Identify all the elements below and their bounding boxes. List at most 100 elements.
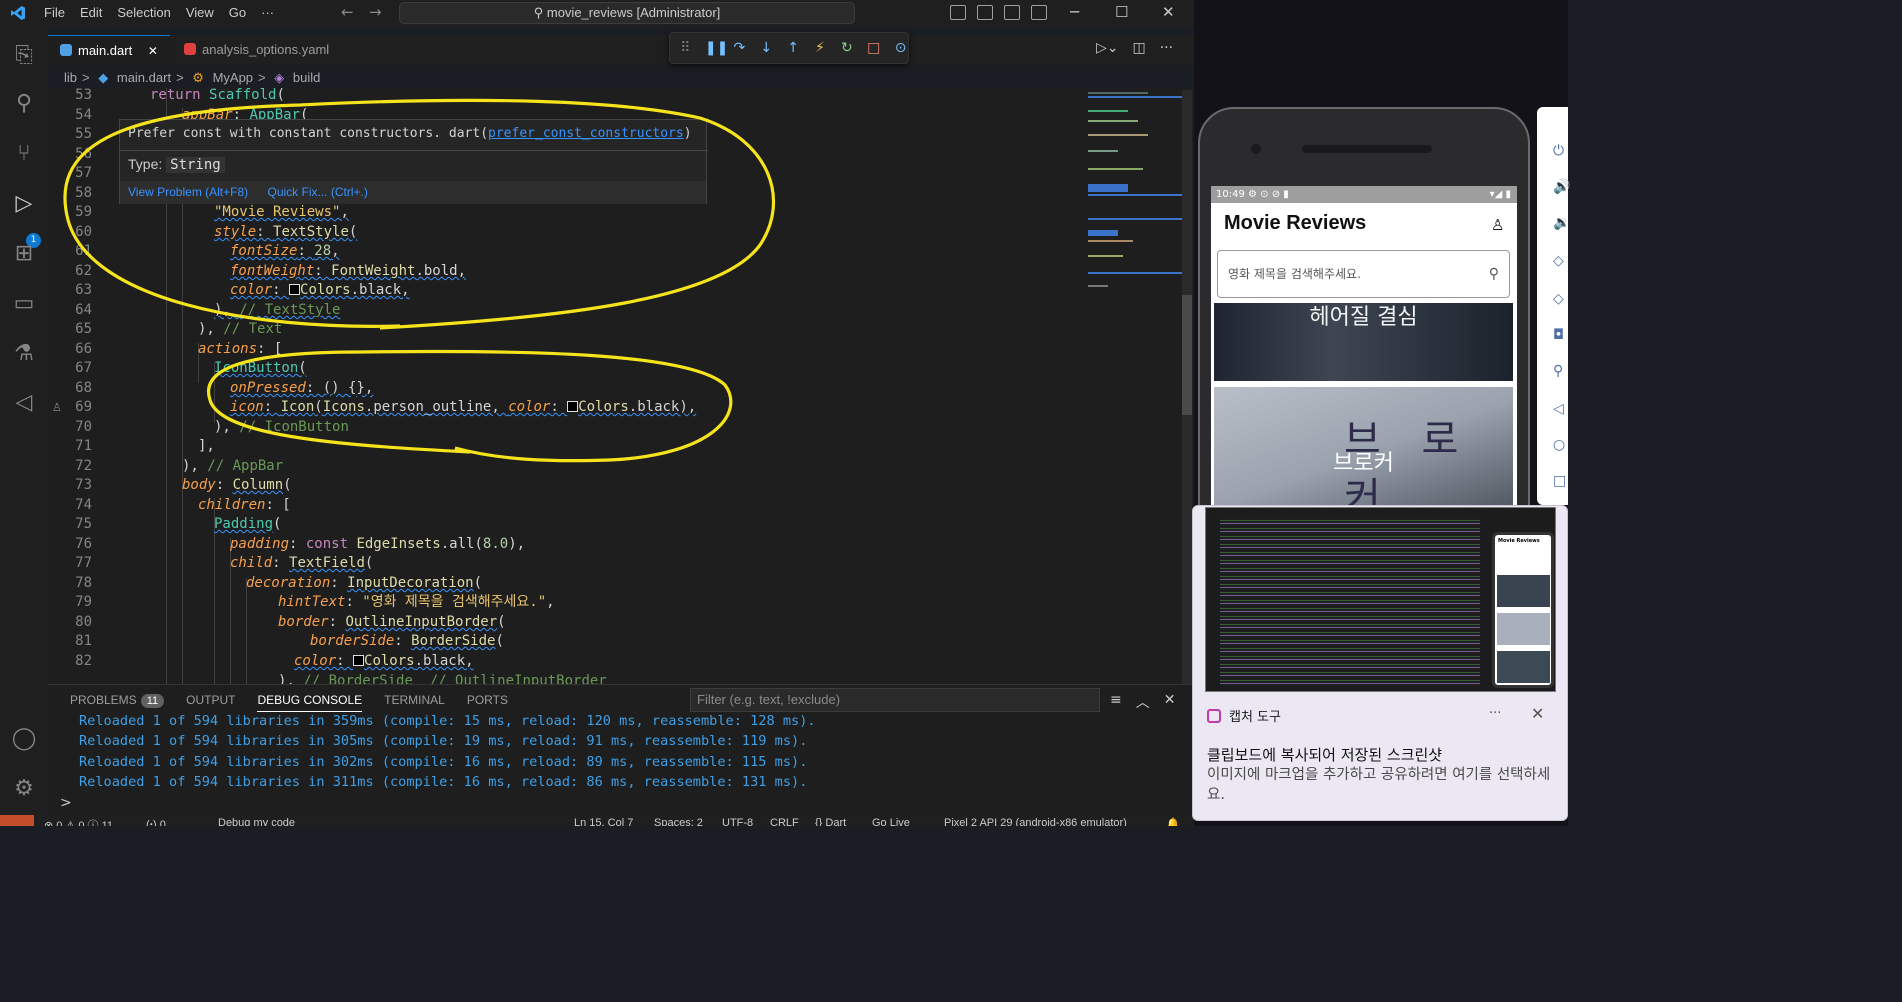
- account-icon[interactable]: ◯: [10, 725, 38, 753]
- volume-up-icon[interactable]: 🔊: [1553, 179, 1570, 195]
- drag-handle-icon[interactable]: ⠿: [678, 40, 693, 56]
- stop-icon[interactable]: □: [866, 40, 881, 56]
- flutter-icon[interactable]: ◁: [10, 389, 38, 417]
- minimap[interactable]: [1088, 90, 1183, 290]
- language-mode[interactable]: {} Dart: [815, 817, 846, 826]
- back-arrow-icon[interactable]: ←: [341, 3, 354, 21]
- customize-layout-icon[interactable]: [1031, 5, 1047, 20]
- code-line: 81 borderSide: BorderSide(: [75, 633, 504, 649]
- tab-output[interactable]: OUTPUT: [186, 693, 235, 712]
- code-line: 59 "Movie Reviews",: [75, 204, 349, 220]
- run-debug-icon[interactable]: ▷: [10, 190, 38, 218]
- screenshot-thumbnail[interactable]: Movie Reviews: [1205, 507, 1556, 692]
- quick-fix-link[interactable]: Quick Fix... (Ctrl+.): [268, 185, 368, 199]
- remote-explorer-icon[interactable]: ▭: [10, 290, 38, 318]
- rotate-left-icon[interactable]: ◇: [1553, 253, 1564, 269]
- editor-scrollbar[interactable]: [1182, 90, 1192, 684]
- explorer-icon[interactable]: ⎘: [10, 42, 38, 70]
- scrollbar-thumb[interactable]: [1182, 295, 1192, 415]
- maximize-button[interactable]: ☐: [1115, 3, 1128, 21]
- go-live-button[interactable]: Go Live: [872, 817, 910, 826]
- close-panel-icon[interactable]: ✕: [1164, 692, 1176, 712]
- toggle-sidebar-icon[interactable]: [950, 5, 966, 20]
- lint-rule-link[interactable]: prefer_const_constructors: [488, 126, 684, 141]
- forward-arrow-icon[interactable]: →: [369, 3, 382, 21]
- movie-search-field[interactable]: 영화 제목을 검색해주세요. ⚲: [1217, 250, 1510, 298]
- testing-icon[interactable]: ⚗: [10, 340, 38, 368]
- panel-actions: ≡ ︿ ✕: [1110, 692, 1175, 712]
- clear-console-icon[interactable]: ≡: [1110, 692, 1122, 712]
- remote-indicator-icon[interactable]: [0, 815, 34, 826]
- command-center[interactable]: ⚲ movie_reviews [Administrator]: [399, 2, 855, 24]
- cursor-position[interactable]: Ln 15, Col 7: [574, 817, 633, 826]
- tab-close-icon[interactable]: ✕: [148, 44, 158, 58]
- home-icon[interactable]: ○: [1553, 437, 1565, 453]
- extensions-icon[interactable]: ⊞: [10, 240, 38, 268]
- ports-status[interactable]: (ꞏ) 0: [146, 817, 166, 826]
- indentation[interactable]: Spaces: 2: [654, 817, 703, 826]
- breadcrumb: lib > ◆ main.dart > ⚙ MyApp > ◈ build: [64, 70, 325, 86]
- device-selector[interactable]: Pixel 2 API 29 (android-x86 emulator): [944, 817, 1127, 826]
- toggle-secondary-sidebar-icon[interactable]: [1004, 5, 1020, 20]
- zoom-icon[interactable]: ⚲: [1553, 363, 1563, 379]
- step-into-icon[interactable]: ↓: [759, 40, 774, 56]
- screenshot-icon[interactable]: ◘: [1553, 327, 1564, 343]
- step-over-icon[interactable]: ↷: [732, 40, 747, 56]
- notification-more-icon[interactable]: ···: [1489, 706, 1501, 721]
- power-icon[interactable]: ⏻: [1553, 143, 1564, 159]
- step-out-icon[interactable]: ↑: [786, 40, 801, 56]
- devtools-icon[interactable]: ⊙: [893, 40, 908, 56]
- breadcrumb-build[interactable]: build: [293, 70, 320, 85]
- code-line: 72), // AppBar: [75, 458, 284, 474]
- volume-down-icon[interactable]: 🔉: [1553, 215, 1570, 231]
- hot-reload-icon[interactable]: ⚡: [813, 40, 828, 56]
- split-editor-icon[interactable]: ◫: [1133, 40, 1146, 56]
- tab-problems[interactable]: PROBLEMS 11: [70, 693, 165, 712]
- close-window-button[interactable]: ✕: [1162, 3, 1175, 21]
- breadcrumb-lib[interactable]: lib: [64, 70, 77, 85]
- line-endings[interactable]: CRLF: [770, 817, 799, 826]
- tab-debug-console[interactable]: DEBUG CONSOLE: [257, 693, 363, 712]
- lint-hover-tooltip: Prefer const with constant constructors.…: [119, 119, 708, 204]
- person-outline-icon[interactable]: ♙: [1491, 216, 1504, 234]
- minimize-button[interactable]: ─: [1070, 3, 1079, 21]
- movie-title: 브로커: [1333, 451, 1394, 476]
- tab-terminal[interactable]: TERMINAL: [384, 693, 445, 712]
- settings-gear-icon[interactable]: ⚙: [10, 775, 38, 803]
- menu-go[interactable]: Go: [229, 5, 246, 20]
- breadcrumb-main-dart[interactable]: main.dart: [117, 70, 171, 85]
- notifications-bell-icon[interactable]: 🔔: [1166, 817, 1180, 826]
- movie-card[interactable]: 브 로 커 브로커: [1214, 387, 1513, 516]
- tab-analysis-options[interactable]: analysis_options.yaml: [172, 35, 362, 65]
- debug-status[interactable]: Debug my code: [218, 817, 295, 826]
- menu-view[interactable]: View: [186, 5, 214, 20]
- movie-card[interactable]: 헤어질 결심: [1214, 303, 1513, 381]
- menu-edit[interactable]: Edit: [80, 5, 102, 20]
- rotate-right-icon[interactable]: ◇: [1553, 291, 1564, 307]
- toggle-panel-icon[interactable]: [977, 5, 993, 20]
- pause-icon[interactable]: ❚❚: [705, 40, 728, 56]
- notification-close-icon[interactable]: ✕: [1531, 704, 1544, 723]
- view-problem-link[interactable]: View Problem (Alt+F8): [128, 185, 248, 199]
- tab-main-dart[interactable]: main.dart ✕: [48, 35, 170, 65]
- menu-selection[interactable]: Selection: [117, 5, 170, 20]
- back-icon[interactable]: ◁: [1553, 401, 1564, 417]
- encoding[interactable]: UTF-8: [722, 817, 753, 826]
- menu-more[interactable]: ···: [261, 5, 274, 20]
- run-icon[interactable]: ▷⌄: [1096, 40, 1119, 56]
- emulator-screen[interactable]: 10:49 ⚙ ⊙ ⊘ ▮ ▾◢ ▮ Movie Reviews ♙ 영화 제목을…: [1211, 186, 1517, 516]
- snip-notification[interactable]: Movie Reviews 캡처 도구 ··· ✕ 클립보드에 복사되어 저장된…: [1192, 505, 1568, 821]
- tab-ports[interactable]: PORTS: [467, 693, 508, 712]
- search-icon[interactable]: ⚲: [10, 90, 38, 118]
- source-control-icon[interactable]: ⑂: [10, 140, 38, 168]
- maximize-panel-icon[interactable]: ︿: [1136, 692, 1150, 712]
- restart-icon[interactable]: ↻: [839, 40, 854, 56]
- console-prompt[interactable]: >: [60, 795, 72, 811]
- more-actions-icon[interactable]: ···: [1160, 40, 1173, 56]
- breadcrumb-myapp[interactable]: MyApp: [213, 70, 253, 85]
- layout-controls: [950, 5, 1047, 20]
- console-filter-input[interactable]: Filter (e.g. text, !exclude): [690, 688, 1100, 712]
- overview-icon[interactable]: □: [1553, 473, 1566, 489]
- menu-file[interactable]: File: [44, 5, 65, 20]
- problems-status[interactable]: ⊗ 0 ⚠ 0 ⓘ 11: [44, 817, 113, 826]
